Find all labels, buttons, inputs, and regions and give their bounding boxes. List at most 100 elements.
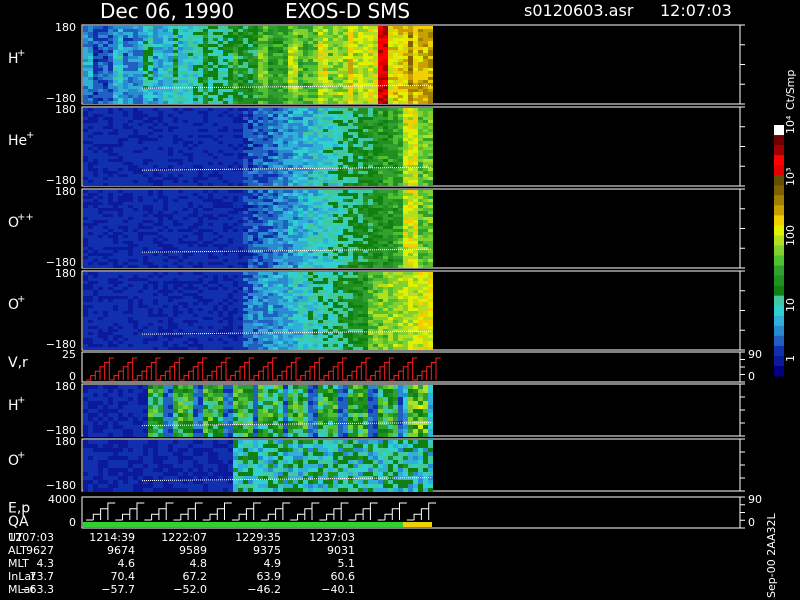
- heatmap-cell: [268, 256, 273, 259]
- heatmap-cell: [308, 144, 313, 147]
- heatmap-cell: [293, 180, 298, 183]
- heatmap-cell: [343, 141, 348, 144]
- heatmap-cell: [103, 159, 108, 162]
- heatmap-cell: [163, 265, 168, 268]
- heatmap-cell: [233, 89, 238, 92]
- heatmap-cell: [303, 168, 308, 171]
- heatmap-cell: [368, 126, 373, 129]
- heatmap-cell: [303, 135, 308, 138]
- heatmap-cell: [178, 80, 183, 83]
- heatmap-cell: [118, 38, 123, 41]
- heatmap-cell: [183, 92, 188, 95]
- heatmap-cell: [168, 71, 173, 74]
- heatmap-cell: [273, 44, 278, 47]
- heatmap-cell: [318, 98, 323, 101]
- heatmap-cell: [328, 190, 333, 193]
- heatmap-cell: [113, 262, 118, 265]
- heatmap-cell: [223, 150, 228, 153]
- heatmap-cell: [138, 77, 143, 80]
- heatmap-cell: [418, 159, 423, 162]
- heatmap-cell: [233, 114, 238, 117]
- heatmap-cell: [303, 144, 308, 147]
- heatmap-cell: [93, 150, 98, 153]
- heatmap-cell: [313, 183, 318, 186]
- heatmap-cell: [93, 65, 98, 68]
- heatmap-cell: [248, 202, 253, 205]
- heatmap-cell: [228, 262, 233, 265]
- heatmap-cell: [298, 232, 303, 235]
- heatmap-cell: [193, 62, 198, 65]
- heatmap-cell: [158, 65, 163, 68]
- heatmap-cell: [123, 101, 128, 104]
- heatmap-cell: [298, 244, 303, 247]
- heatmap-cell: [378, 177, 383, 180]
- heatmap-cell: [88, 98, 93, 101]
- heatmap-cell: [273, 129, 278, 132]
- heatmap-cell: [188, 56, 193, 59]
- heatmap-cell: [88, 183, 93, 186]
- heatmap-cell: [138, 253, 143, 256]
- heatmap-cell: [298, 53, 303, 56]
- heatmap-cell: [353, 47, 358, 50]
- heatmap-cell: [323, 47, 328, 50]
- heatmap-cell: [253, 32, 258, 35]
- heatmap-cell: [203, 183, 208, 186]
- heatmap-cell: [223, 95, 228, 98]
- heatmap-cell: [403, 62, 408, 65]
- heatmap-cell: [93, 132, 98, 135]
- heatmap-cell: [338, 153, 343, 156]
- heatmap-cell: [358, 156, 363, 159]
- heatmap-cell: [353, 53, 358, 56]
- heatmap-cell: [398, 180, 403, 183]
- heatmap-cell: [223, 253, 228, 256]
- heatmap-cell: [223, 89, 228, 92]
- heatmap-cell: [388, 126, 393, 129]
- heatmap-cell: [363, 141, 368, 144]
- heatmap-cell: [273, 196, 278, 199]
- heatmap-cell: [168, 196, 173, 199]
- heatmap-cell: [183, 162, 188, 165]
- heatmap-cell: [118, 180, 123, 183]
- heatmap-cell: [178, 56, 183, 59]
- heatmap-cell: [138, 98, 143, 101]
- heatmap-cell: [353, 56, 358, 59]
- heatmap-cell: [378, 44, 383, 47]
- heatmap-cell: [408, 168, 413, 171]
- heatmap-cell: [143, 244, 148, 247]
- heatmap-cell: [348, 108, 353, 111]
- heatmap-cell: [353, 111, 358, 114]
- heatmap-cell: [213, 71, 218, 74]
- heatmap-cell: [188, 156, 193, 159]
- heatmap-cell: [428, 111, 433, 114]
- heatmap-cell: [228, 50, 233, 53]
- heatmap-cell: [153, 95, 158, 98]
- heatmap-cell: [298, 262, 303, 265]
- heatmap-cell: [353, 89, 358, 92]
- heatmap-cell: [193, 220, 198, 223]
- heatmap-cell: [153, 38, 158, 41]
- heatmap-cell: [183, 190, 188, 193]
- heatmap-cell: [238, 165, 243, 168]
- heatmap-cell: [333, 253, 338, 256]
- heatmap-cell: [298, 50, 303, 53]
- heatmap-cell: [223, 165, 228, 168]
- heatmap-cell: [308, 262, 313, 265]
- heatmap-cell: [98, 244, 103, 247]
- heatmap-cell: [263, 92, 268, 95]
- heatmap-cell: [383, 77, 388, 80]
- heatmap-cell: [268, 32, 273, 35]
- heatmap-cell: [128, 38, 133, 41]
- heatmap-cell: [263, 150, 268, 153]
- heatmap-cell: [293, 135, 298, 138]
- heatmap-cell: [88, 156, 93, 159]
- heatmap-cell: [308, 259, 313, 262]
- heatmap-cell: [328, 32, 333, 35]
- heatmap-cell: [118, 44, 123, 47]
- heatmap-cell: [88, 168, 93, 171]
- panel-0: [81, 24, 745, 105]
- heatmap-cell: [93, 193, 98, 196]
- heatmap-cell: [103, 38, 108, 41]
- heatmap-cell: [238, 265, 243, 268]
- heatmap-cell: [98, 247, 103, 250]
- heatmap-cell: [123, 117, 128, 120]
